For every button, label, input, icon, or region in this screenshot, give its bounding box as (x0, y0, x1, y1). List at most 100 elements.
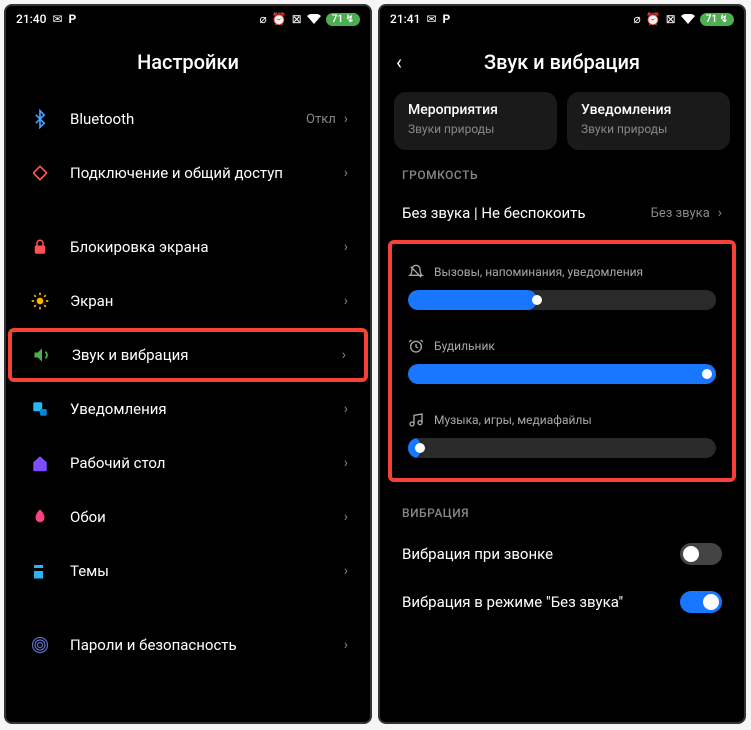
home-icon (28, 451, 52, 475)
volume-header: ГРОМКОСТЬ (380, 150, 744, 192)
slider-label: Музыка, игры, медиафайлы (434, 413, 592, 427)
bell-icon (28, 397, 52, 421)
chevron-right-icon: › (342, 347, 346, 363)
p-icon: P (443, 12, 451, 26)
wifi-icon (307, 14, 321, 24)
settings-item-home[interactable]: Рабочий стол › (6, 436, 370, 490)
sun-icon (28, 289, 52, 313)
sound-icon (30, 343, 54, 367)
chevron-right-icon: › (344, 293, 348, 309)
p-icon: P (69, 12, 77, 26)
chevron-right-icon: › (344, 637, 348, 653)
mute-icon: ⌀ (633, 12, 640, 26)
slider-label: Будильник (434, 339, 495, 353)
settings-label: Темы (70, 562, 344, 580)
sound-card-events[interactable]: Мероприятия Звуки природы (394, 92, 557, 150)
slider-track[interactable] (408, 438, 716, 458)
slider-fill (408, 364, 716, 384)
row-label: Без звука | Не беспокоить (402, 204, 651, 222)
alarm-icon: ⏰ (272, 12, 287, 26)
card-title: Уведомления (581, 102, 716, 118)
settings-item-wallpaper[interactable]: Обои › (6, 490, 370, 544)
status-bar: 21:40 ✉ P ⌀ ⏰ ⊠ 71 ↯ (6, 6, 370, 32)
settings-item-display[interactable]: Экран › (6, 274, 370, 328)
toggle-switch[interactable] (680, 543, 722, 565)
settings-label: Уведомления (70, 400, 344, 418)
chevron-right-icon: › (344, 239, 348, 255)
settings-label: Рабочий стол (70, 454, 344, 472)
lock-icon (28, 235, 52, 259)
battery-icon: 71 ↯ (326, 13, 360, 26)
header: Настройки (6, 32, 370, 92)
settings-list: Bluetooth Откл › Подключение и общий дос… (6, 92, 370, 722)
settings-item-themes[interactable]: Темы › (6, 544, 370, 598)
box-icon: ⊠ (292, 12, 302, 26)
header: ‹ Звук и вибрация (380, 32, 744, 92)
chevron-right-icon: › (344, 509, 348, 525)
settings-item-notifications[interactable]: Уведомления › (6, 382, 370, 436)
toggle-label: Вибрация в режиме "Без звука" (402, 593, 680, 611)
share-icon (28, 161, 52, 185)
card-sub: Звуки природы (581, 122, 716, 136)
bell-off-icon (408, 264, 424, 280)
settings-item-security[interactable]: Пароли и безопасность › (6, 618, 370, 672)
phone-left: 21:40 ✉ P ⌀ ⏰ ⊠ 71 ↯ Настройки Bluetooth… (4, 4, 372, 724)
slider-track[interactable] (408, 364, 716, 384)
vibration-header: ВИБРАЦИЯ (380, 488, 744, 530)
alarm-icon (408, 338, 424, 354)
wifi-icon (681, 14, 695, 24)
chevron-right-icon: › (344, 455, 348, 471)
settings-label: Bluetooth (70, 110, 306, 128)
settings-label: Блокировка экрана (70, 238, 344, 256)
chevron-right-icon: › (344, 111, 348, 127)
settings-item-lockscreen[interactable]: Блокировка экрана › (6, 220, 370, 274)
silent-dnd-row[interactable]: Без звука | Не беспокоить Без звука › (380, 192, 744, 234)
settings-label: Пароли и безопасность (70, 636, 344, 654)
mail-icon: ✉ (426, 12, 436, 26)
theme-icon (28, 559, 52, 583)
row-value: Без звука (651, 206, 710, 221)
card-sub: Звуки природы (408, 122, 543, 136)
bluetooth-icon (28, 107, 52, 131)
chevron-right-icon: › (344, 401, 348, 417)
settings-item-sound[interactable]: Звук и вибрация › (12, 332, 364, 378)
slider-alarm: Будильник (400, 324, 724, 398)
battery-icon: 71 ↯ (700, 13, 734, 26)
music-icon (408, 412, 424, 428)
back-button[interactable]: ‹ (396, 50, 402, 74)
separator (6, 598, 370, 618)
wallpaper-icon (28, 505, 52, 529)
settings-item-sharing[interactable]: Подключение и общий доступ › (6, 146, 370, 200)
toggle-vibrate-call[interactable]: Вибрация при звонке (380, 530, 744, 578)
settings-value: Откл (306, 112, 336, 127)
slider-fill (408, 290, 537, 310)
settings-label: Экран (70, 292, 344, 310)
toggle-switch[interactable] (680, 591, 722, 613)
mail-icon: ✉ (52, 12, 62, 26)
settings-label: Обои (70, 508, 344, 526)
fingerprint-icon (28, 633, 52, 657)
page-title: Настройки (137, 50, 239, 74)
settings-label: Подключение и общий доступ (70, 164, 344, 182)
slider-track[interactable] (408, 290, 716, 310)
slider-thumb[interactable] (702, 369, 712, 379)
box-icon: ⊠ (666, 12, 676, 26)
mute-icon: ⌀ (259, 12, 266, 26)
chevron-right-icon: › (344, 563, 348, 579)
slider-thumb[interactable] (532, 295, 542, 305)
phone-right: 21:41 ✉ P ⌀ ⏰ ⊠ 71 ↯ ‹ Звук и вибрация М… (378, 4, 746, 724)
separator (6, 200, 370, 220)
chevron-right-icon: › (718, 205, 722, 221)
toggle-vibrate-silent[interactable]: Вибрация в режиме "Без звука" (380, 578, 744, 626)
sound-card-notifications[interactable]: Уведомления Звуки природы (567, 92, 730, 150)
slider-calls: Вызовы, напоминания, уведомления (400, 250, 724, 324)
sound-cards: Мероприятия Звуки природы Уведомления Зв… (380, 92, 744, 150)
settings-item-bluetooth[interactable]: Bluetooth Откл › (6, 92, 370, 146)
chevron-right-icon: › (344, 165, 348, 181)
highlight-sound: Звук и вибрация › (8, 328, 368, 382)
toggle-label: Вибрация при звонке (402, 545, 680, 563)
card-title: Мероприятия (408, 102, 543, 118)
slider-thumb[interactable] (415, 443, 425, 453)
slider-media: Музыка, игры, медиафайлы (400, 398, 724, 472)
sound-content: Мероприятия Звуки природы Уведомления Зв… (380, 92, 744, 722)
